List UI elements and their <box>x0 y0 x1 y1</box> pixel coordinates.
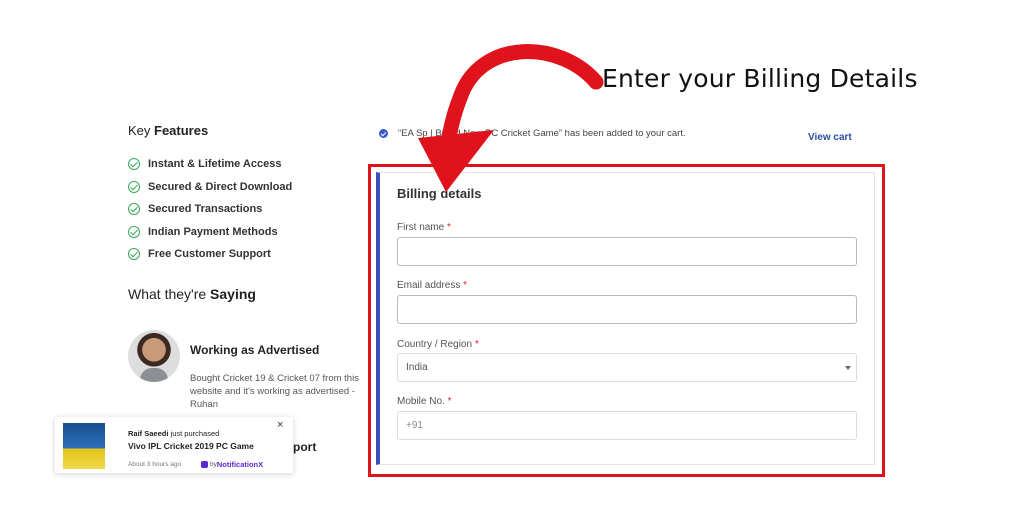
billing-title: Billing details <box>397 186 482 201</box>
check-circle-icon <box>128 158 140 171</box>
feature-item: Secured Transactions <box>128 198 292 221</box>
country-label: Country / Region * <box>397 339 479 350</box>
email-field[interactable] <box>397 295 857 324</box>
notificationx-logo-icon <box>201 461 208 468</box>
purchase-notification[interactable]: Raif Saeedi just purchased Vivo IPL Cric… <box>55 417 293 473</box>
cart-notice-text: “EA Sp | Brand New PC Cricket Game” has … <box>398 128 686 139</box>
notification-time: About 3 hours ago <box>128 461 182 468</box>
features-list: Instant & Lifetime Access Secured & Dire… <box>128 153 292 266</box>
feature-item: Instant & Lifetime Access <box>128 153 292 176</box>
reviewer-avatar <box>128 330 180 382</box>
review-title: Working as Advertised <box>190 343 320 357</box>
country-select[interactable]: India <box>397 353 857 382</box>
review-text: Bought Cricket 19 & Cricket 07 from this… <box>190 373 359 410</box>
feature-item: Indian Payment Methods <box>128 221 292 244</box>
feature-item: Free Customer Support <box>128 243 292 266</box>
email-label: Email address * <box>397 280 468 291</box>
check-circle-icon <box>128 248 140 261</box>
next-review-title: port <box>293 440 317 454</box>
mobile-label: Mobile No. * <box>397 396 452 407</box>
feature-item: Secured & Direct Download <box>128 176 292 199</box>
view-cart-link[interactable]: View cart <box>808 132 852 143</box>
cart-notice: “EA Sp | Brand New PC Cricket Game” has … <box>379 128 686 139</box>
chevron-down-icon <box>845 366 851 370</box>
check-badge-icon <box>379 129 388 138</box>
check-circle-icon <box>128 180 140 193</box>
notification-product[interactable]: Vivo IPL Cricket 2019 PC Game <box>128 441 254 451</box>
close-icon[interactable]: × <box>277 419 283 431</box>
check-circle-icon <box>128 225 140 238</box>
mobile-field[interactable] <box>397 411 857 440</box>
notification-brand: by NotificationX <box>201 460 263 469</box>
product-thumbnail <box>63 423 105 469</box>
key-features-heading: Key Features <box>128 123 209 138</box>
notification-buyer: Raif Saeedi just purchased <box>128 429 220 438</box>
testimonials-heading: What they're Saying <box>128 286 256 302</box>
check-circle-icon <box>128 203 140 216</box>
country-value: India <box>406 362 428 373</box>
first-name-field[interactable] <box>397 237 857 266</box>
annotation-title: Enter your Billing Details <box>602 64 918 93</box>
first-name-label: First name * <box>397 222 451 233</box>
